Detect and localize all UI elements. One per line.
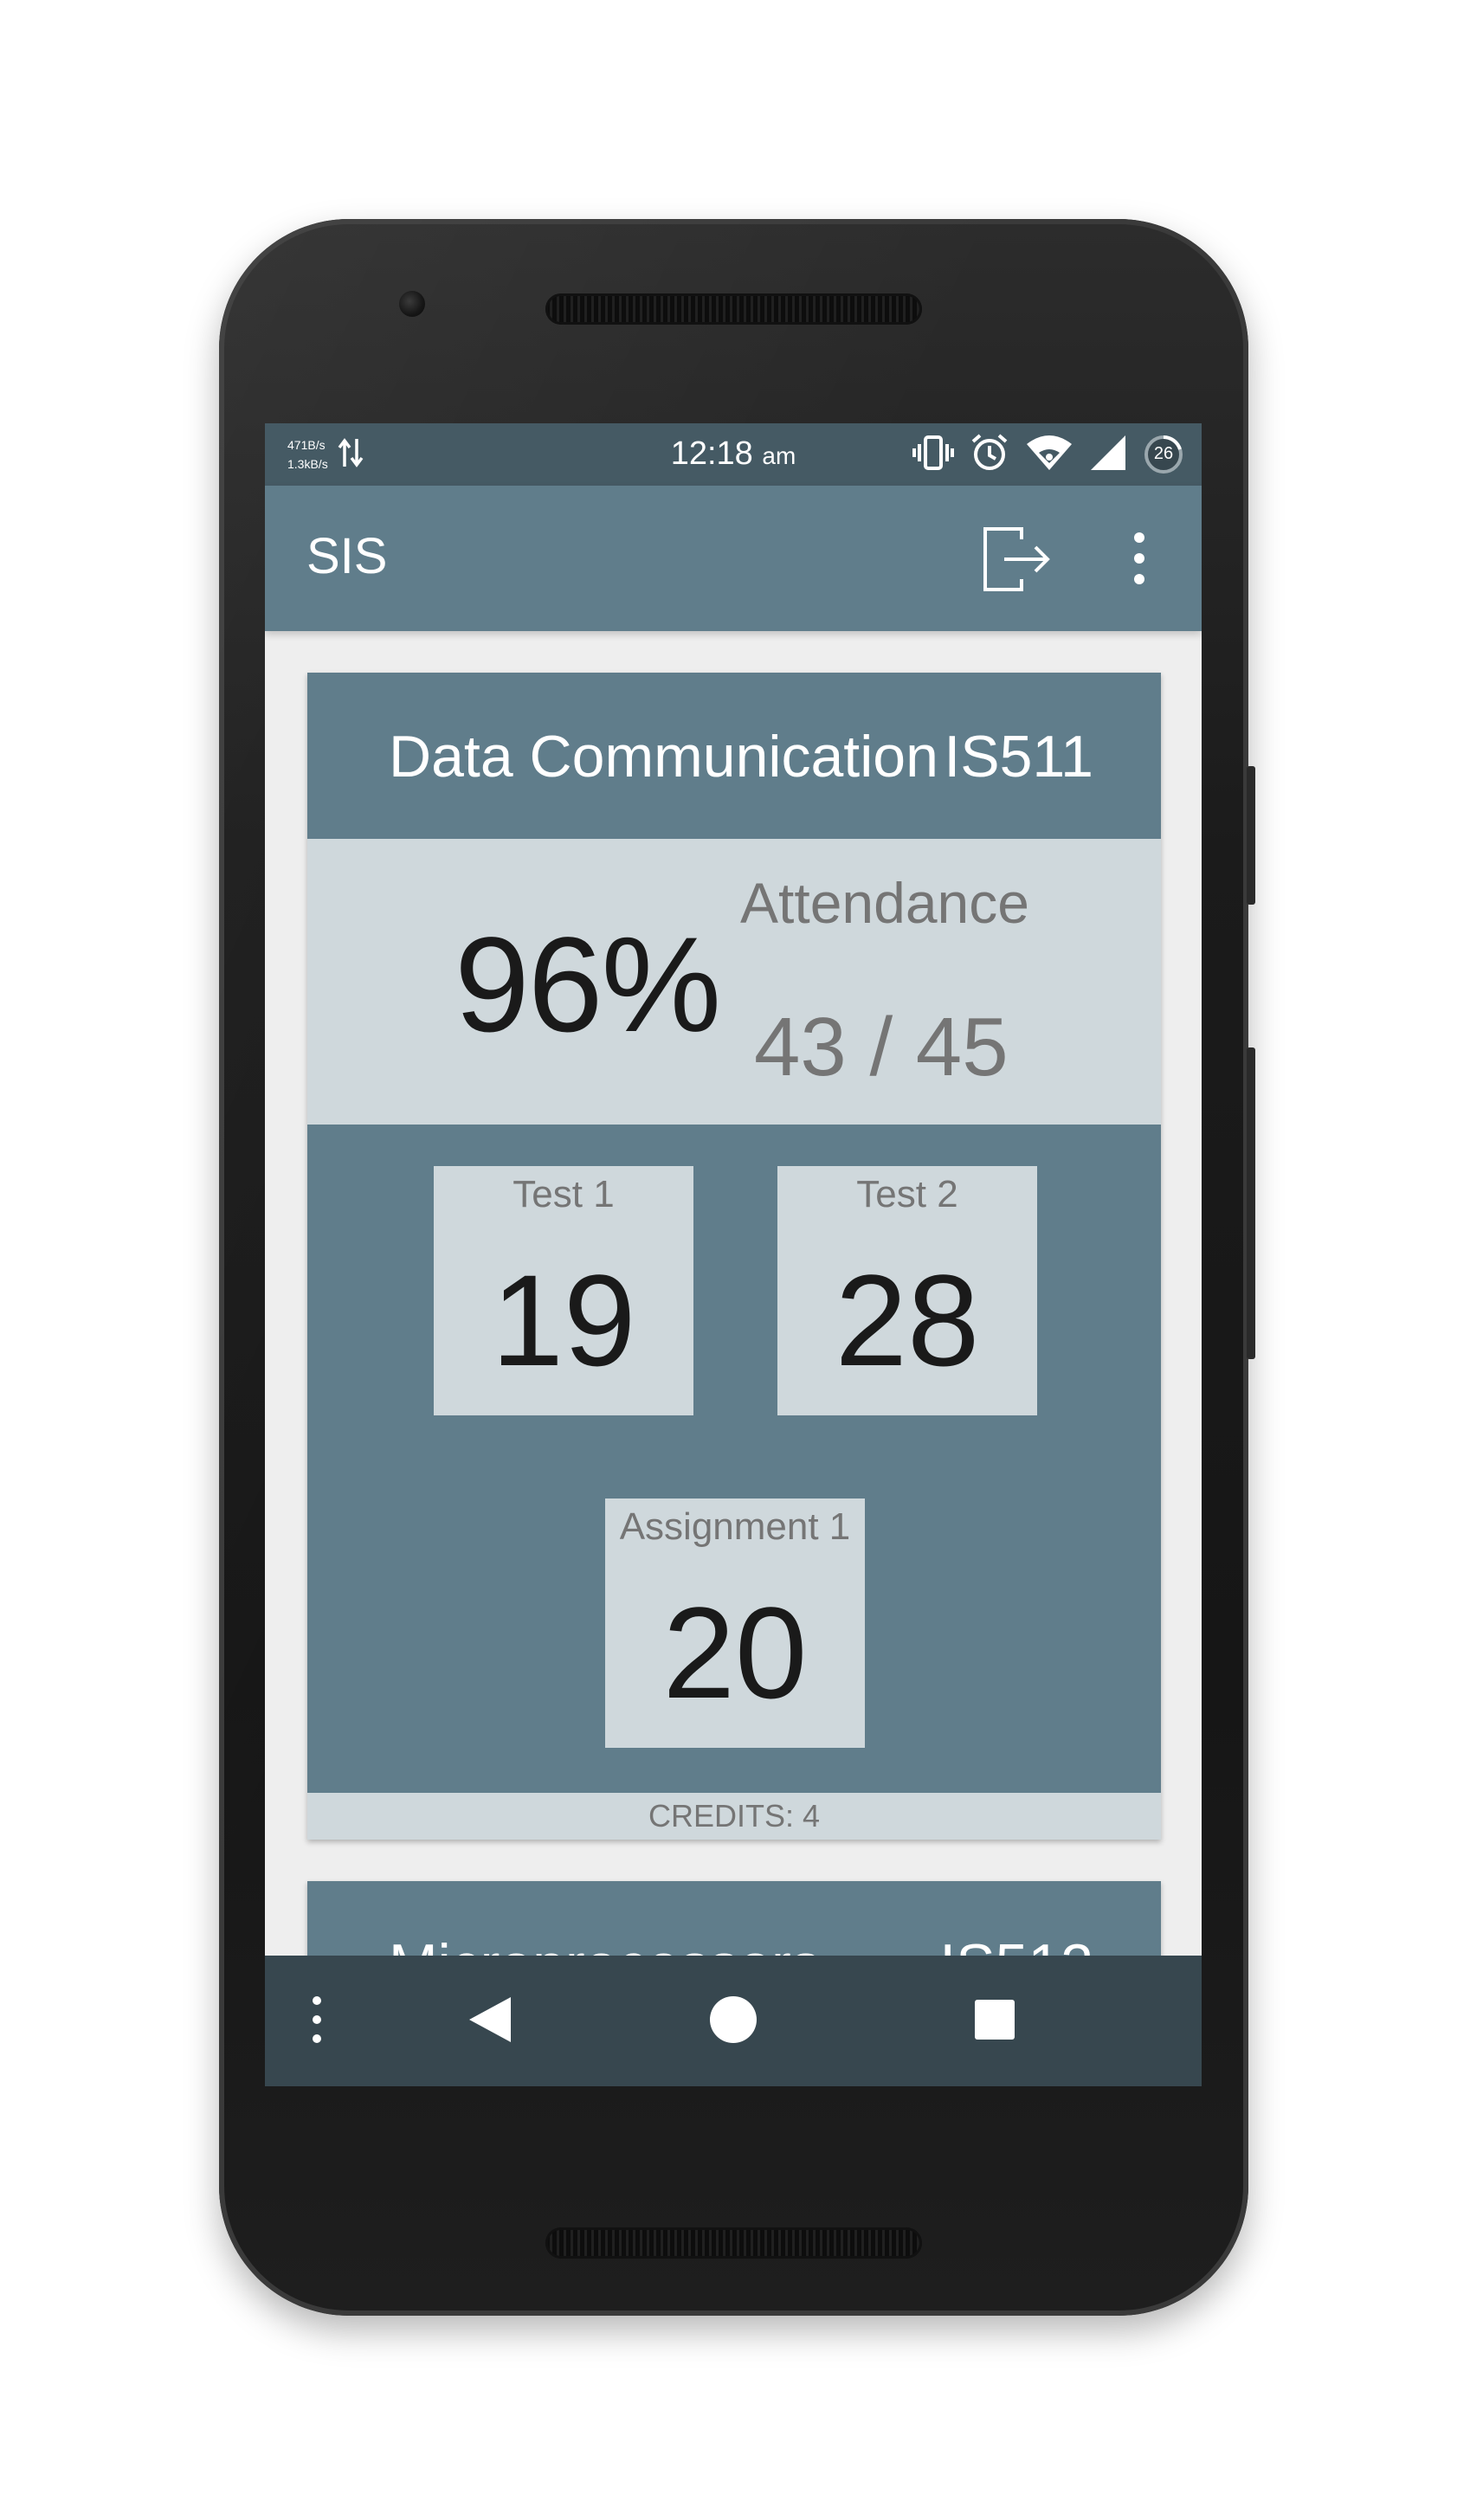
- signal-icon: [1089, 434, 1127, 475]
- mark-label: Assignment 1: [619, 1505, 851, 1548]
- home-button[interactable]: [690, 1956, 777, 2086]
- mark-value: 28: [835, 1247, 980, 1393]
- battery-icon: 26: [1143, 434, 1184, 475]
- nav-menu-button[interactable]: [300, 1956, 334, 2086]
- course-header: Microprocessors IS512: [307, 1881, 1161, 1956]
- recents-icon: [973, 1998, 1016, 2045]
- front-camera: [399, 291, 425, 317]
- mark-box-assignment-1: Assignment 1 20: [605, 1498, 865, 1748]
- status-bar: 471B/s 1.3kB/s 12:18 am 26: [265, 423, 1202, 486]
- home-icon: [707, 1994, 759, 2049]
- credits-label: CREDITS: 4: [307, 1793, 1161, 1840]
- device-mockup: 471B/s 1.3kB/s 12:18 am 26 SIS Data Comm…: [0, 0, 1470, 2520]
- course-code: IS511: [944, 724, 1093, 790]
- power-button: [1247, 766, 1255, 905]
- navigation-bar: [265, 1956, 1202, 2086]
- mark-label: Test 2: [856, 1173, 958, 1215]
- attendance-count: 43 / 45: [754, 1001, 1009, 1093]
- battery-level: 26: [1153, 444, 1174, 463]
- back-button[interactable]: [447, 1956, 533, 2086]
- course-name: Data Communication: [389, 724, 938, 790]
- overflow-menu-icon: [1122, 532, 1157, 596]
- course-list[interactable]: Data Communication IS511 96% Attendance …: [265, 631, 1202, 1956]
- marks-panel: Test 1 19 Test 2 28 Assignment 1 20: [307, 1125, 1161, 1793]
- mark-box-test-2: Test 2 28: [777, 1166, 1037, 1415]
- bottom-speaker: [545, 2227, 922, 2259]
- course-name: Microprocessors: [389, 1931, 821, 1956]
- mark-value: 19: [491, 1247, 636, 1393]
- wifi-icon: [1025, 434, 1073, 475]
- mark-label: Test 1: [513, 1173, 615, 1215]
- logout-icon: [978, 527, 1056, 602]
- attendance-panel: 96% Attendance 43 / 45: [307, 839, 1161, 1125]
- course-card[interactable]: Microprocessors IS512: [307, 1881, 1161, 1956]
- overflow-menu-button[interactable]: [1122, 524, 1157, 593]
- app-title: SIS: [306, 528, 388, 584]
- recents-button[interactable]: [951, 1956, 1038, 2086]
- mark-value: 20: [662, 1580, 808, 1725]
- top-speaker: [545, 293, 922, 325]
- course-code: IS512: [939, 1931, 1093, 1956]
- clock-time: 12:18: [670, 435, 753, 472]
- volume-button: [1247, 1047, 1255, 1359]
- attendance-percent: 96%: [455, 910, 721, 1060]
- course-header: Data Communication IS511: [307, 673, 1161, 839]
- alarm-icon: [970, 433, 1009, 476]
- clock-am-pm: am: [762, 442, 796, 469]
- course-card[interactable]: Data Communication IS511 96% Attendance …: [307, 673, 1161, 1840]
- back-icon: [466, 1994, 514, 2049]
- attendance-label: Attendance: [740, 871, 1029, 935]
- status-icons: 26: [912, 434, 1184, 475]
- app-bar: SIS: [265, 486, 1202, 631]
- logout-button[interactable]: [978, 520, 1056, 598]
- vibrate-icon: [912, 434, 954, 475]
- mark-box-test-1: Test 1 19: [434, 1166, 693, 1415]
- nav-menu-icon: [308, 1992, 326, 2051]
- phone-screen: 471B/s 1.3kB/s 12:18 am 26 SIS Data Comm…: [265, 423, 1202, 2086]
